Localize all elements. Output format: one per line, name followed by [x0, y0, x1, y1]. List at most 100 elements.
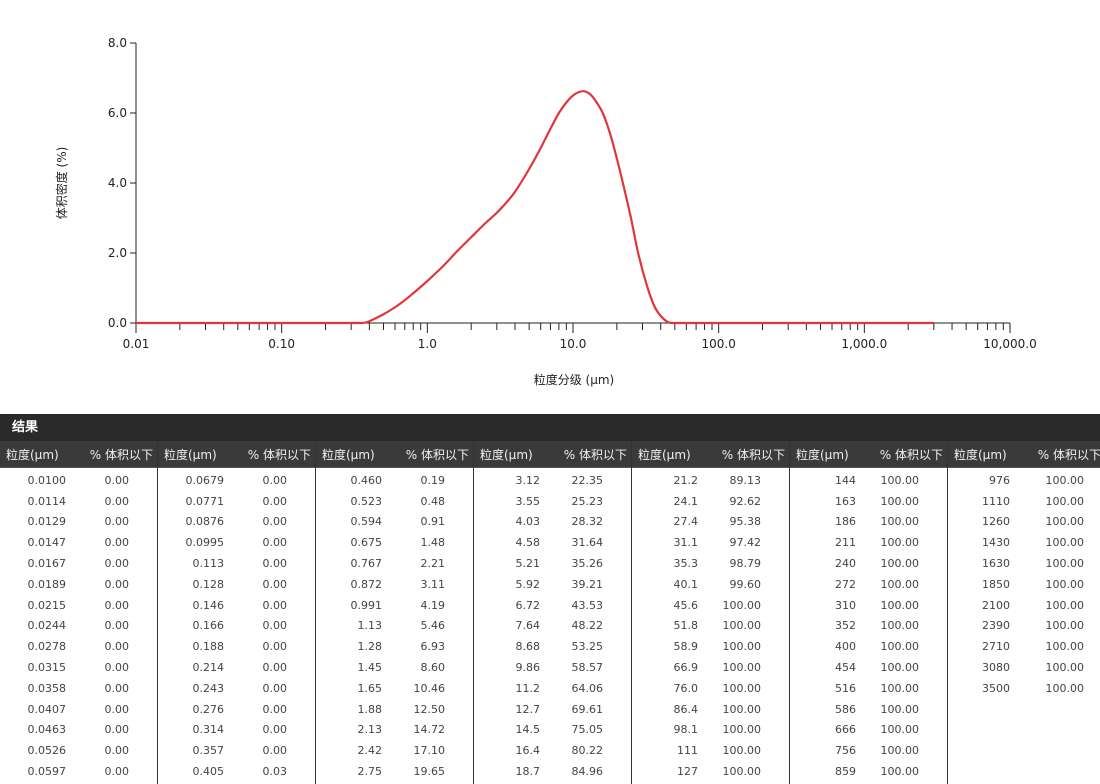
table-row: 24.1 92.62: [632, 491, 789, 512]
size-value: 1260: [982, 515, 1010, 529]
size-value: 2710: [982, 640, 1010, 654]
size-value: 12.7: [515, 702, 541, 716]
size-value: 11.2: [515, 681, 541, 695]
percent-value: 10.46: [413, 681, 446, 695]
size-value: 0.0147: [27, 536, 67, 550]
table-row: 3.12 22.35: [474, 470, 631, 491]
table-row: 8.68 53.25: [474, 636, 631, 657]
percent-value: 22.35: [571, 473, 604, 487]
table-row: 454 100.00: [790, 657, 947, 678]
percent-value: 3.11: [420, 577, 446, 591]
results-column-group: 粒度(μm)% 体积以下 0.460 0.19 0.523 0.48 0.594 0.91 0…: [316, 441, 474, 784]
size-value: 2.42: [357, 744, 383, 758]
size-value: 163: [835, 494, 856, 508]
size-value: 1.88: [357, 702, 383, 716]
table-row: 0.0114 0.00: [0, 491, 157, 512]
percent-value: 100.00: [1045, 577, 1085, 591]
percent-value: 6.93: [420, 640, 446, 654]
size-value: 454: [835, 661, 856, 675]
size-value: 0.594: [350, 515, 383, 529]
percent-value: 100.00: [1045, 640, 1085, 654]
table-row: 0.991 4.19: [316, 595, 473, 616]
results-panel: 结果 粒度(μm)% 体积以下 0.0100 0.00 0.0114 0.00 0.012…: [0, 414, 1100, 784]
table-row: 18.7 84.96: [474, 761, 631, 782]
percent-value: 0.48: [420, 494, 446, 508]
percent-value: 58.57: [571, 661, 604, 675]
size-value: 0.0100: [27, 473, 67, 487]
percent-value: 12.50: [413, 702, 446, 716]
percent-value: 25.23: [571, 494, 604, 508]
size-header: 粒度(μm): [638, 447, 691, 462]
table-row: 0.314 0.00: [158, 720, 315, 741]
table-row: 0.0315 0.00: [0, 657, 157, 678]
percent-value: 89.13: [729, 473, 762, 487]
size-value: 666: [835, 723, 856, 737]
table-row: 0.0679 0.00: [158, 470, 315, 491]
percent-value: 0.00: [262, 681, 288, 695]
size-value: 0.0407: [27, 702, 67, 716]
table-row: 0.0100 0.00: [0, 470, 157, 491]
size-value: 0.0315: [27, 661, 67, 675]
table-row: 0.0995 0.00: [158, 532, 315, 553]
table-row: 0.0771 0.00: [158, 491, 315, 512]
percent-value: 97.42: [729, 536, 762, 550]
size-value: 144: [835, 473, 856, 487]
table-row: 0.405 0.03: [158, 761, 315, 782]
size-value: 0.0679: [185, 473, 225, 487]
percent-value: 19.65: [413, 765, 446, 779]
percent-value: 5.46: [420, 619, 446, 633]
percent-value: 0.00: [262, 577, 288, 591]
table-row: 98.1 100.00: [632, 720, 789, 741]
table-row: 0.872 3.11: [316, 574, 473, 595]
size-value: 6.72: [515, 598, 541, 612]
size-value: 76.0: [673, 681, 699, 695]
table-row: 163 100.00: [790, 491, 947, 512]
size-value: 8.68: [515, 640, 541, 654]
results-column-group: 粒度(μm)% 体积以下 0.0100 0.00 0.0114 0.00 0.0129 0.…: [0, 441, 158, 784]
size-value: 0.113: [192, 557, 225, 571]
table-row: 1850 100.00: [948, 574, 1100, 595]
table-row: 3080 100.00: [948, 657, 1100, 678]
table-row: 12.7 69.61: [474, 699, 631, 720]
table-row: 0.113 0.00: [158, 553, 315, 574]
size-value: 98.1: [673, 723, 699, 737]
size-value: 1.65: [357, 681, 383, 695]
table-row: 240 100.00: [790, 553, 947, 574]
table-row: 35.3 98.79: [632, 553, 789, 574]
table-row: 66.9 100.00: [632, 657, 789, 678]
size-value: 66.9: [673, 661, 699, 675]
percent-value: 0.00: [104, 577, 130, 591]
percent-value: 99.60: [729, 577, 762, 591]
percent-value: 100.00: [1045, 473, 1085, 487]
size-value: 7.64: [515, 619, 541, 633]
percent-value: 100.00: [722, 681, 762, 695]
percent-header: % 体积以下: [563, 447, 627, 462]
percent-value: 0.00: [262, 494, 288, 508]
table-row: 2.13 14.72: [316, 720, 473, 741]
y-tick-label: 8.0: [108, 36, 127, 50]
percent-value: 100.00: [1045, 619, 1085, 633]
percent-value: 28.32: [571, 515, 604, 529]
size-value: 40.1: [673, 577, 699, 591]
percent-value: 75.05: [571, 723, 604, 737]
table-row: 0.128 0.00: [158, 574, 315, 595]
x-tick-label: 0.10: [268, 337, 295, 351]
table-row: 31.1 97.42: [632, 532, 789, 553]
particle-size-distribution-chart: 0.01 0.10 1.0 10.0 100.0 1,000.0 10,000.0 0.0 2…: [54, 36, 1037, 387]
table-row: 27.4 95.38: [632, 512, 789, 533]
percent-value: 0.00: [262, 598, 288, 612]
table-row: 666 100.00: [790, 720, 947, 741]
size-value: 5.92: [515, 577, 541, 591]
size-value: 0.0358: [27, 681, 67, 695]
size-value: 2.75: [357, 765, 383, 779]
percent-value: 2.21: [420, 557, 446, 571]
size-value: 1.13: [357, 619, 383, 633]
size-value: 1.28: [357, 640, 383, 654]
x-tick-label: 0.01: [123, 337, 150, 351]
table-row: 1.88 12.50: [316, 699, 473, 720]
table-row: 0.0189 0.00: [0, 574, 157, 595]
size-value: 0.523: [350, 494, 383, 508]
percent-value: 100.00: [880, 619, 920, 633]
size-value: 0.0463: [27, 723, 67, 737]
table-row: 2.75 19.65: [316, 761, 473, 782]
